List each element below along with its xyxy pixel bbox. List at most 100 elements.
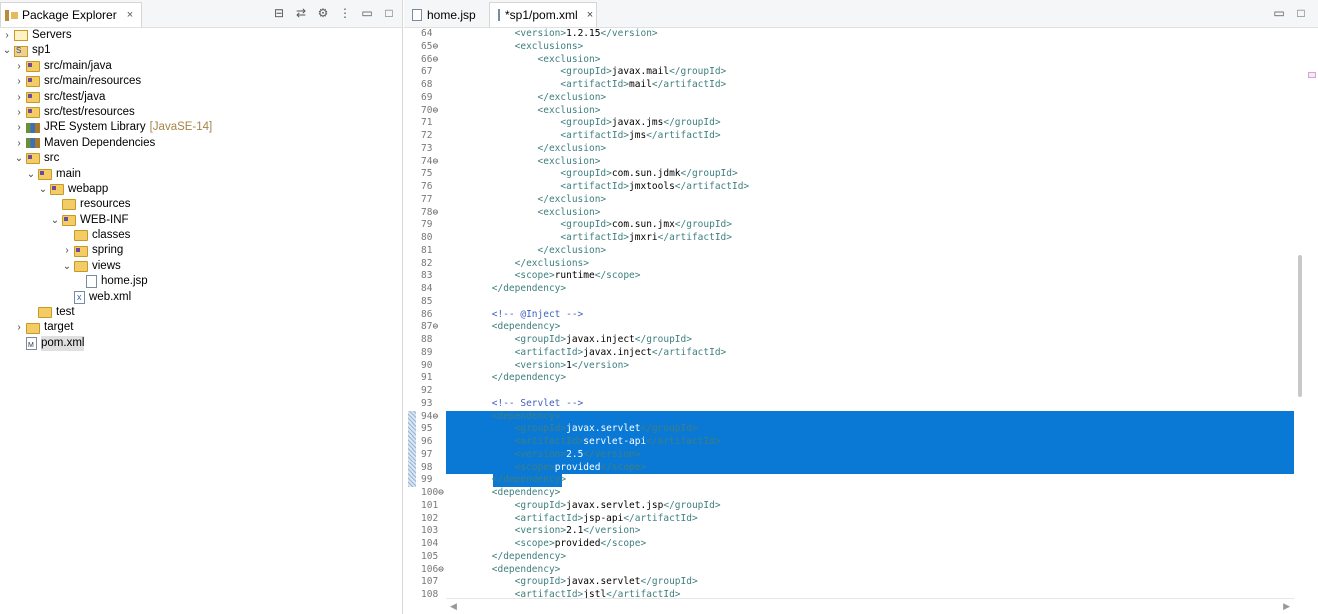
minimize-icon[interactable]: ▭	[360, 6, 374, 20]
code-line[interactable]: 99 </dependency>	[404, 474, 1294, 487]
maximize-icon[interactable]: □	[382, 6, 396, 20]
code-line[interactable]: 98 <scope>provided</scope>	[404, 461, 1294, 475]
code-line[interactable]: 90 <version>1</version>	[404, 360, 1294, 373]
fold-icon[interactable]: ⊖	[432, 54, 438, 65]
fold-icon[interactable]: ⊖	[432, 105, 438, 116]
chevron-down-icon[interactable]: ⌄	[50, 213, 60, 228]
fold-icon[interactable]: ⊖	[432, 411, 438, 422]
code-line[interactable]: 81 </exclusion>	[404, 245, 1294, 258]
code-line[interactable]: 101 <groupId>javax.servlet.jsp</groupId>	[404, 500, 1294, 513]
tree-item-src-test-java[interactable]: › src/test/java	[0, 90, 402, 105]
tree-item-src-main-resources[interactable]: › src/main/resources	[0, 74, 402, 89]
tree-item-sp1[interactable]: ⌄ sp1	[0, 43, 402, 58]
chevron-down-icon[interactable]: ⌄	[62, 259, 72, 274]
fold-icon[interactable]: ⊖	[432, 207, 438, 218]
tree-item-views[interactable]: ⌄ views	[0, 259, 402, 274]
chevron-right-icon[interactable]: ›	[14, 120, 24, 135]
code-line[interactable]: 106⊖ <dependency>	[404, 564, 1294, 577]
link-with-editor-icon[interactable]: ⇄	[294, 6, 308, 20]
tree-item-classes[interactable]: classes	[0, 228, 402, 243]
code-line[interactable]: 68 <artifactId>mail</artifactId>	[404, 79, 1294, 92]
code-line[interactable]: 100⊖ <dependency>	[404, 487, 1294, 500]
tree-item-maven-dependencies[interactable]: › Maven Dependencies	[0, 136, 402, 151]
filter-icon[interactable]: ⚙	[316, 6, 330, 20]
code-line[interactable]: 108 <artifactId>jstl</artifactId>	[404, 589, 1294, 598]
scroll-right-icon[interactable]: ▶	[1283, 601, 1290, 612]
code-line[interactable]: 103 <version>2.1</version>	[404, 525, 1294, 538]
code-line[interactable]: 107 <groupId>javax.servlet</groupId>	[404, 576, 1294, 589]
code-line[interactable]: 93 <!-- Servlet -->	[404, 398, 1294, 411]
vertical-scrollbar-thumb[interactable]	[1298, 255, 1302, 397]
tree-item-src[interactable]: ⌄ src	[0, 151, 402, 166]
tree-item-pom-xml[interactable]: pom.xml	[0, 335, 402, 353]
code-line[interactable]: 97 <version>2.5</version>	[404, 448, 1294, 462]
fold-icon[interactable]: ⊖	[438, 487, 444, 498]
tree-item-webapp[interactable]: ⌄ webapp	[0, 182, 402, 197]
tree-item-spring[interactable]: › spring	[0, 243, 402, 258]
fold-icon[interactable]: ⊖	[432, 156, 438, 167]
fold-icon[interactable]: ⊖	[432, 41, 438, 52]
tab-home-jsp[interactable]: home.jsp	[404, 2, 488, 27]
code-line[interactable]: 80 <artifactId>jmxri</artifactId>	[404, 232, 1294, 245]
scroll-left-icon[interactable]: ◀	[450, 601, 457, 612]
code-line[interactable]: 82 </exclusions>	[404, 258, 1294, 271]
tab-pom-xml[interactable]: *sp1/pom.xml ×	[489, 2, 597, 27]
code-line[interactable]: 64 <version>1.2.15</version>	[404, 28, 1294, 41]
chevron-down-icon[interactable]: ⌄	[26, 167, 36, 182]
tab-package-explorer[interactable]: Package Explorer ×	[0, 2, 143, 27]
code-line[interactable]: 71 <groupId>javax.jms</groupId>	[404, 117, 1294, 130]
code-line[interactable]: 77 </exclusion>	[404, 194, 1294, 207]
code-line[interactable]: 88 <groupId>javax.inject</groupId>	[404, 334, 1294, 347]
chevron-right-icon[interactable]: ›	[2, 28, 12, 43]
chevron-right-icon[interactable]: ›	[14, 105, 24, 120]
tree-item-home-jsp[interactable]: home.jsp	[0, 274, 402, 289]
chevron-down-icon[interactable]: ⌄	[2, 43, 12, 58]
tree-item-resources[interactable]: resources	[0, 197, 402, 212]
code-line[interactable]: 102 <artifactId>jsp-api</artifactId>	[404, 513, 1294, 526]
fold-icon[interactable]: ⊖	[432, 321, 438, 332]
minimize-icon[interactable]: ▭	[1272, 6, 1286, 20]
close-icon[interactable]: ×	[127, 9, 133, 21]
chevron-right-icon[interactable]: ›	[62, 243, 72, 258]
tree-item-servers[interactable]: › Servers	[0, 28, 402, 43]
code-line[interactable]: 66⊖ <exclusion>	[404, 54, 1294, 67]
code-line[interactable]: 94⊖ <dependency>	[404, 410, 1294, 424]
code-line[interactable]: 79 <groupId>com.sun.jmx</groupId>	[404, 219, 1294, 232]
code-line[interactable]: 104 <scope>provided</scope>	[404, 538, 1294, 551]
chevron-down-icon[interactable]: ⌄	[14, 151, 24, 166]
code-line[interactable]: 67 <groupId>javax.mail</groupId>	[404, 66, 1294, 79]
chevron-right-icon[interactable]: ›	[14, 320, 24, 335]
tree-item-web-xml[interactable]: web.xml	[0, 290, 402, 305]
code-line[interactable]: 92	[404, 385, 1294, 398]
horizontal-scrollbar[interactable]: ◀ ▶	[446, 598, 1294, 614]
code-line[interactable]: 74⊖ <exclusion>	[404, 156, 1294, 169]
code-line[interactable]: 87⊖ <dependency>	[404, 321, 1294, 334]
code-line[interactable]: 70⊖ <exclusion>	[404, 105, 1294, 118]
code-line[interactable]: 105 </dependency>	[404, 551, 1294, 564]
code-line[interactable]: 85	[404, 296, 1294, 309]
code-line[interactable]: 72 <artifactId>jms</artifactId>	[404, 130, 1294, 143]
code-line[interactable]: 89 <artifactId>javax.inject</artifactId>	[404, 347, 1294, 360]
code-line[interactable]: 65⊖ <exclusions>	[404, 41, 1294, 54]
view-menu-icon[interactable]: ⋮	[338, 6, 352, 20]
tree-item-main[interactable]: ⌄ main	[0, 167, 402, 182]
maximize-icon[interactable]: □	[1294, 6, 1308, 20]
fold-icon[interactable]: ⊖	[438, 564, 444, 575]
code-line[interactable]: 95 <groupId>javax.servlet</groupId>	[404, 423, 1294, 436]
close-icon[interactable]: ×	[587, 9, 593, 21]
code-line[interactable]: 75 <groupId>com.sun.jdmk</groupId>	[404, 168, 1294, 181]
code-line[interactable]: 69 </exclusion>	[404, 92, 1294, 105]
code-line[interactable]: 83 <scope>runtime</scope>	[404, 270, 1294, 283]
chevron-right-icon[interactable]: ›	[14, 136, 24, 151]
code-line[interactable]: 91 </dependency>	[404, 372, 1294, 385]
tree-item-src-test-resources[interactable]: › src/test/resources	[0, 105, 402, 120]
chevron-down-icon[interactable]: ⌄	[38, 182, 48, 197]
chevron-right-icon[interactable]: ›	[14, 90, 24, 105]
code-line[interactable]: 96 <artifactId>servlet-api</artifactId>	[404, 436, 1294, 449]
chevron-right-icon[interactable]: ›	[14, 74, 24, 89]
collapse-all-icon[interactable]: ⊟	[272, 6, 286, 20]
overview-ruler-marker[interactable]	[1308, 72, 1316, 78]
code-editor[interactable]: 64 <version>1.2.15</version> 65⊖ <exclusi…	[404, 28, 1294, 598]
code-line[interactable]: 73 </exclusion>	[404, 143, 1294, 156]
code-line[interactable]: 76 <artifactId>jmxtools</artifactId>	[404, 181, 1294, 194]
